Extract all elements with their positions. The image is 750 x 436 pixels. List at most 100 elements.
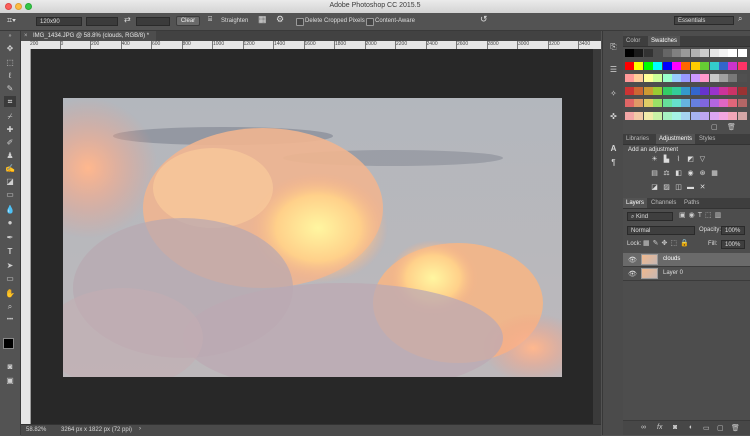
new-group-icon[interactable]: ▭ [703, 424, 710, 432]
color-swatch[interactable] [737, 74, 747, 82]
history-panel-icon[interactable]: ⎘ [608, 41, 619, 52]
color-swatch[interactable] [625, 111, 634, 120]
gear-icon[interactable]: ⚙ [276, 15, 284, 24]
content-aware-checkbox[interactable] [366, 18, 374, 26]
color-swatch[interactable] [737, 111, 747, 120]
history-brush-tool-icon[interactable]: ✍ [4, 163, 16, 174]
color-swatch[interactable] [728, 86, 738, 95]
color-swatch[interactable] [719, 49, 728, 57]
color-swatch[interactable] [625, 99, 634, 107]
color-swatch[interactable] [700, 86, 710, 95]
adjustment-layer-icon[interactable]: ◐ [689, 424, 693, 431]
layer-name[interactable]: Layer 0 [663, 270, 683, 276]
delete-cropped-checkbox[interactable] [296, 18, 304, 26]
color-swatch[interactable] [737, 99, 747, 107]
eraser-tool-icon[interactable]: ◪ [4, 176, 16, 187]
color-swatch[interactable] [709, 61, 719, 70]
quick-mask-icon[interactable]: ◙ [4, 361, 16, 372]
channel-mixer-icon[interactable]: ⊛ [698, 169, 707, 178]
color-swatch[interactable] [690, 111, 700, 120]
workspace-select[interactable]: Essentials [674, 16, 734, 25]
color-swatch[interactable] [719, 111, 728, 120]
color-balance-icon[interactable]: ⚖ [662, 169, 671, 178]
color-swatch[interactable] [672, 86, 681, 95]
color-swatch[interactable] [634, 86, 644, 95]
posterize-icon[interactable]: ▨ [662, 183, 671, 192]
color-swatch[interactable] [634, 74, 644, 82]
dodge-tool-icon[interactable]: ● [4, 217, 16, 228]
width-field[interactable] [86, 17, 118, 26]
color-swatch[interactable] [643, 74, 653, 82]
color-swatch[interactable] [634, 99, 644, 107]
lasso-tool-icon[interactable]: ℓ [4, 70, 16, 81]
crop-tool-icon[interactable]: ⌗▾ [7, 16, 16, 25]
color-swatch[interactable] [719, 86, 728, 95]
status-menu-icon[interactable]: › [139, 426, 141, 432]
color-swatch[interactable] [700, 111, 710, 120]
color-swatch[interactable] [709, 111, 719, 120]
straighten-label[interactable]: Straighten [221, 17, 248, 25]
invert-icon[interactable]: ◪ [650, 183, 659, 192]
color-swatch[interactable] [728, 74, 738, 82]
tab-swatches[interactable]: Swatches [648, 36, 681, 46]
color-swatch[interactable] [709, 99, 719, 107]
shape-tool-icon[interactable]: ▭ [4, 273, 16, 284]
delete-swatch-icon[interactable]: 🗑 [727, 123, 736, 131]
color-swatch[interactable] [690, 86, 700, 95]
tool-presets-icon[interactable]: ✜ [608, 111, 619, 122]
quick-select-tool-icon[interactable]: ✎ [4, 83, 16, 94]
gradient-tool-icon[interactable]: ▭ [4, 189, 16, 200]
color-swatch[interactable] [634, 61, 644, 70]
zoom-level[interactable]: 58.82% [26, 427, 46, 433]
color-swatch[interactable] [728, 61, 738, 70]
color-swatch[interactable] [625, 61, 634, 70]
tab-styles[interactable]: Styles [696, 134, 718, 144]
color-swatch[interactable] [719, 99, 728, 107]
marquee-tool-icon[interactable]: ⬚ [4, 57, 16, 68]
color-swatch[interactable] [690, 99, 700, 107]
paragraph-panel-icon[interactable]: ¶ [608, 157, 619, 168]
fill-field[interactable]: 100% [721, 240, 745, 249]
color-swatch[interactable] [728, 49, 738, 57]
delete-layer-icon[interactable]: 🗑 [731, 424, 740, 432]
curves-icon[interactable]: ⌇ [674, 155, 683, 164]
color-swatch[interactable] [672, 111, 681, 120]
document-image[interactable] [63, 98, 562, 377]
color-swatch[interactable] [672, 74, 681, 82]
color-swatch[interactable] [653, 61, 663, 70]
clear-button[interactable]: Clear [176, 16, 200, 26]
more-tools-icon[interactable]: ••• [4, 315, 16, 326]
eyedropper-tool-icon[interactable]: ⌿ [4, 111, 16, 122]
crop-tool-icon[interactable]: ⌗ [4, 96, 16, 107]
color-swatch[interactable] [625, 74, 634, 82]
layer-style-icon[interactable]: fx [657, 424, 662, 431]
color-swatch[interactable] [643, 86, 653, 95]
color-swatch[interactable] [643, 111, 653, 120]
tab-libraries[interactable]: Libraries [623, 134, 652, 144]
color-swatch[interactable] [681, 61, 691, 70]
type-tool-icon[interactable]: T [4, 246, 16, 257]
layer-filter-icons[interactable]: ▣◉T⬚▥ [679, 211, 724, 219]
healing-brush-tool-icon[interactable]: ✚ [4, 124, 16, 135]
vibrance-icon[interactable]: ▽ [698, 155, 707, 164]
hand-tool-icon[interactable]: ✋ [4, 288, 16, 299]
color-swatch[interactable] [662, 61, 672, 70]
visibility-eye-icon[interactable]: 👁 [628, 270, 637, 278]
layer-name[interactable]: clouds [663, 256, 680, 262]
color-swatch[interactable] [653, 49, 663, 57]
tab-color[interactable]: Color [623, 36, 643, 46]
threshold-icon[interactable]: ◫ [674, 183, 683, 192]
vertical-ruler[interactable] [21, 49, 31, 424]
color-swatch[interactable] [672, 49, 681, 57]
color-swatch[interactable] [662, 49, 672, 57]
color-swatch[interactable] [672, 61, 681, 70]
photo-filter-icon[interactable]: ◉ [686, 169, 695, 178]
color-swatch[interactable] [709, 49, 719, 57]
ratio-select[interactable]: 120x90 [36, 17, 82, 26]
color-swatch[interactable] [700, 61, 710, 70]
new-swatch-icon[interactable]: ▢ [711, 123, 718, 131]
color-swatch[interactable] [643, 49, 653, 57]
gradient-map-icon[interactable]: ▬ [686, 183, 695, 192]
swap-icon[interactable]: ⇄ [124, 16, 131, 24]
collapse-toolbar-icon[interactable]: » [4, 31, 16, 42]
